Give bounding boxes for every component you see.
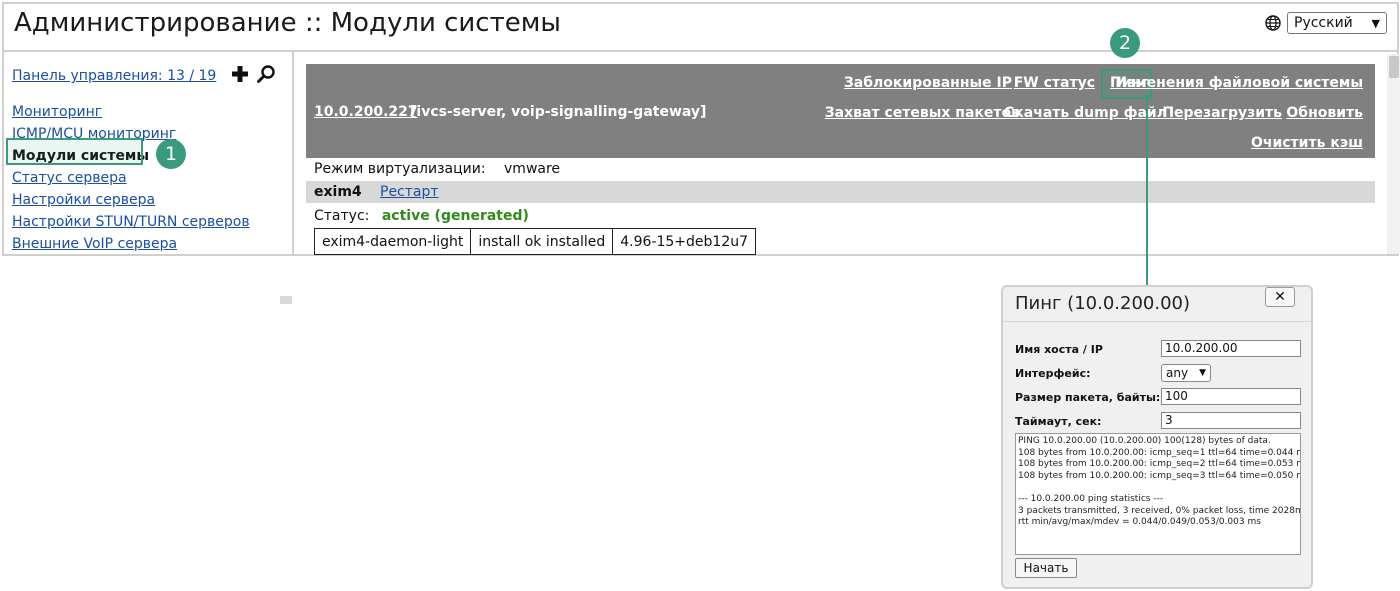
sidebar-tools [230, 64, 276, 84]
close-button[interactable]: ✕ [1265, 287, 1295, 307]
service-row: exim4 Рестарт [306, 181, 1375, 203]
output-line: 108 bytes from 10.0.200.00: icmp_seq=3 t… [1018, 470, 1301, 481]
control-panel-link[interactable]: Панель управления: 13 / 19 [12, 68, 216, 84]
timeout-label: Таймаут, сек: [1015, 415, 1102, 428]
output-line: rtt min/avg/max/mdev = 0.044/0.049/0.053… [1018, 517, 1261, 528]
callout-badge-2: 2 [1110, 28, 1140, 58]
ping-output[interactable]: PING 10.0.200.00 (10.0.200.00) 100(128) … [1015, 433, 1301, 555]
virtualization-value: vmware [504, 161, 561, 177]
download-dump-link[interactable]: Скачать dump файл [1004, 105, 1167, 121]
packet-capture-link[interactable]: Захват сетевых пакетов [825, 105, 1020, 121]
virtualization-label: Режим виртуализации: [314, 161, 486, 177]
language-value: Русский [1294, 15, 1353, 31]
interface-field-label: Интерфейс: [1015, 367, 1091, 380]
blocked-ip-link[interactable]: Заблокированные IP [844, 75, 1012, 91]
service-name: exim4 [314, 184, 362, 200]
language-switcher: Русский ▼ [1265, 12, 1387, 34]
main-scrollbar[interactable] [1387, 54, 1400, 254]
globe-icon [1265, 15, 1281, 31]
packet-size-field[interactable]: 100 [1161, 388, 1301, 405]
fs-changes-link[interactable]: Изменения файловой системы [1115, 75, 1363, 91]
start-button[interactable]: Начать [1015, 558, 1077, 578]
package-state-cell: install ok installed [470, 228, 614, 255]
reboot-link[interactable]: Перезагрузить [1162, 105, 1282, 121]
virtualization-row: Режим виртуализации: vmware [314, 161, 560, 177]
admin-window: Администрирование :: Модули системы Русс… [2, 2, 1400, 304]
output-line: 108 bytes from 10.0.200.00: icmp_seq=2 t… [1018, 459, 1301, 470]
sidebar-scrollbar[interactable] [280, 296, 292, 304]
ping-dialog: Пинг (10.0.200.00) ✕ Имя хоста / IP 10.0… [1001, 285, 1313, 589]
packet-size-label: Размер пакета, байты: [1015, 391, 1161, 404]
status-value: active (generated) [381, 208, 529, 224]
callout-connector [1146, 93, 1148, 287]
interface-value: any [1166, 366, 1189, 380]
interface-select[interactable]: any ▼ [1161, 364, 1211, 382]
language-select[interactable]: Русский ▼ [1287, 12, 1387, 34]
timeout-field[interactable]: 3 [1161, 412, 1301, 429]
callout-badge-1: 1 [156, 139, 186, 169]
close-icon: ✕ [1274, 289, 1286, 305]
sidebar-nav: Мониторинг ICMP/MCU мониторинг Модули си… [12, 102, 250, 256]
status-label: Статус: [314, 208, 370, 224]
fw-status-link[interactable]: FW статус [1014, 75, 1095, 91]
host-field[interactable]: 10.0.200.00 [1161, 340, 1301, 357]
package-version-cell: 4.96-15+deb12u7 [612, 228, 757, 255]
chevron-down-icon: ▼ [1199, 368, 1206, 378]
output-line: 3 packets transmitted, 3 received, 0% pa… [1018, 505, 1301, 516]
table-row: exim4-daemon-light install ok installed … [313, 228, 757, 255]
service-status-row: Статус: active (generated) [314, 208, 529, 224]
plus-icon[interactable] [230, 64, 250, 84]
sidebar-divider [292, 52, 294, 256]
restart-link[interactable]: Рестарт [380, 184, 439, 200]
sidebar-item-external-voip[interactable]: Внешние VoIP сервера [12, 234, 250, 256]
sidebar-item-server-status[interactable]: Статус сервера [12, 168, 250, 190]
refresh-link[interactable]: Обновить [1286, 105, 1363, 121]
package-table: exim4-daemon-light install ok installed … [313, 228, 757, 255]
clear-cache-link[interactable]: Очистить кэш [1251, 135, 1363, 151]
search-icon[interactable] [256, 64, 276, 84]
sidebar-item-server-settings[interactable]: Настройки сервера [12, 190, 250, 212]
sidebar-item-monitoring[interactable]: Мониторинг [12, 102, 250, 124]
module-panel: 10.0.200.227 [ivcs-server, voip-signalli… [306, 64, 1377, 256]
output-line: --- 10.0.200.00 ping statistics --- [1018, 493, 1164, 504]
dialog-divider [1003, 321, 1311, 322]
dialog-title: Пинг (10.0.200.00) [1015, 293, 1191, 314]
output-line: PING 10.0.200.00 (10.0.200.00) 100(128) … [1018, 436, 1271, 446]
host-ip-link[interactable]: 10.0.200.227 [314, 104, 418, 120]
host-roles: [ivcs-server, voip-signalling-gateway] [410, 104, 707, 120]
chevron-down-icon: ▼ [1371, 16, 1380, 30]
host-field-label: Имя хоста / IP [1015, 343, 1103, 356]
host-header: 10.0.200.227 [ivcs-server, voip-signalli… [306, 64, 1375, 158]
package-name-cell: exim4-daemon-light [313, 228, 472, 255]
sidebar-item-stun-turn-settings[interactable]: Настройки STUN/TURN серверов [12, 212, 250, 234]
active-item-highlight [6, 138, 143, 165]
output-line: 108 bytes from 10.0.200.00: icmp_seq=1 t… [1018, 447, 1301, 458]
page-title: Администрирование :: Модули системы [14, 8, 561, 38]
scrollbar-thumb[interactable] [1389, 56, 1399, 78]
